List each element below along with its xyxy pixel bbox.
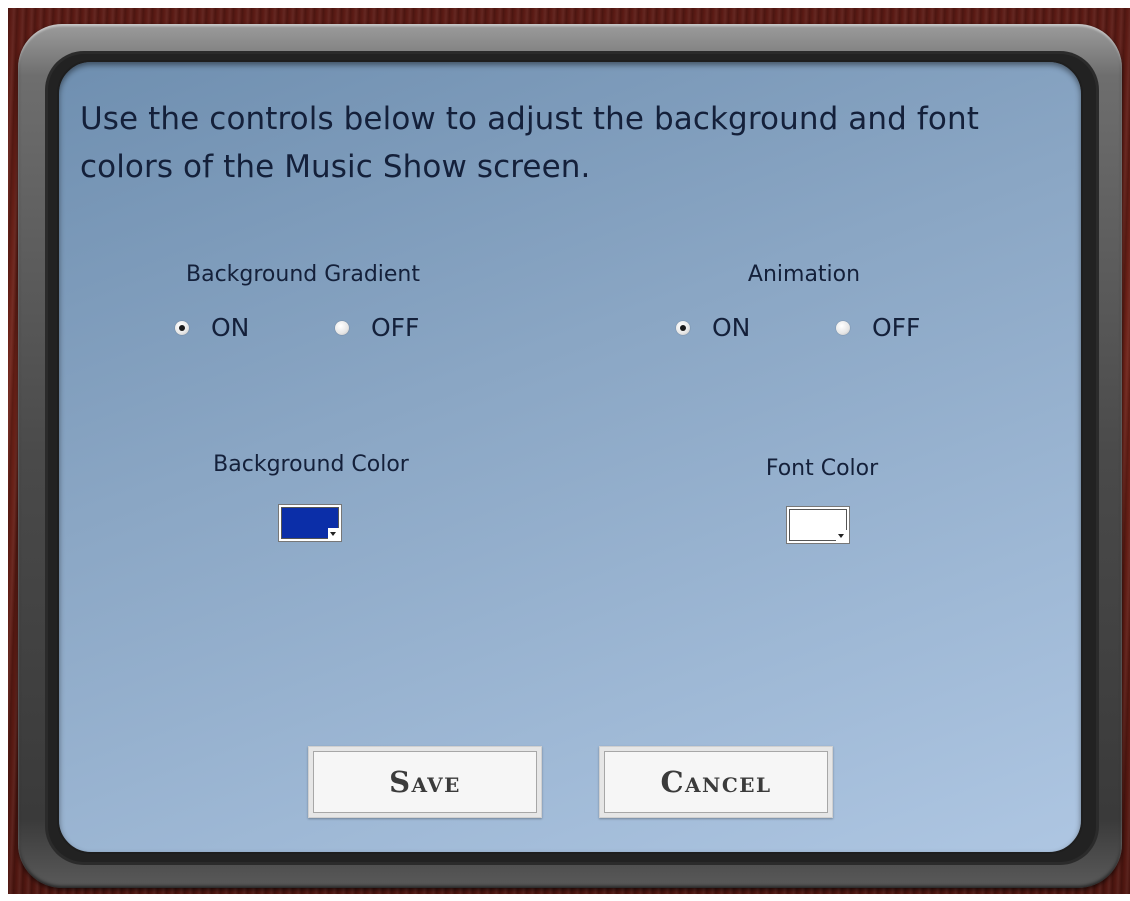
background-color-picker[interactable] [279,505,341,541]
chevron-down-icon [836,530,847,541]
cancel-button-label: Cancel [660,765,772,799]
radio-unchecked-icon [836,320,850,335]
radio-label: OFF [872,313,921,342]
save-button[interactable]: Save [308,746,542,818]
background-gradient-label: Background Gradient [186,262,420,287]
font-color-label: Font Color [765,456,879,481]
background-gradient-on-radio[interactable]: ON [175,313,249,342]
background-gradient-off-radio[interactable]: OFF [335,313,419,342]
instructions-text: Use the controls below to adjust the bac… [80,101,979,185]
radio-label: ON [211,313,250,342]
chevron-down-icon [328,528,339,539]
radio-unchecked-icon [335,320,349,335]
background-color-label: Background Color [213,452,409,477]
font-color-picker[interactable] [787,507,849,543]
save-button-label: Save [389,765,461,799]
animation-label: Animation [747,262,861,287]
cancel-button[interactable]: Cancel [599,746,833,818]
radio-checked-icon [676,320,690,335]
radio-label: ON [712,313,751,342]
radio-label: OFF [371,313,420,342]
animation-on-radio[interactable]: ON [676,313,750,342]
radio-checked-icon [175,320,189,335]
animation-off-radio[interactable]: OFF [836,313,920,342]
